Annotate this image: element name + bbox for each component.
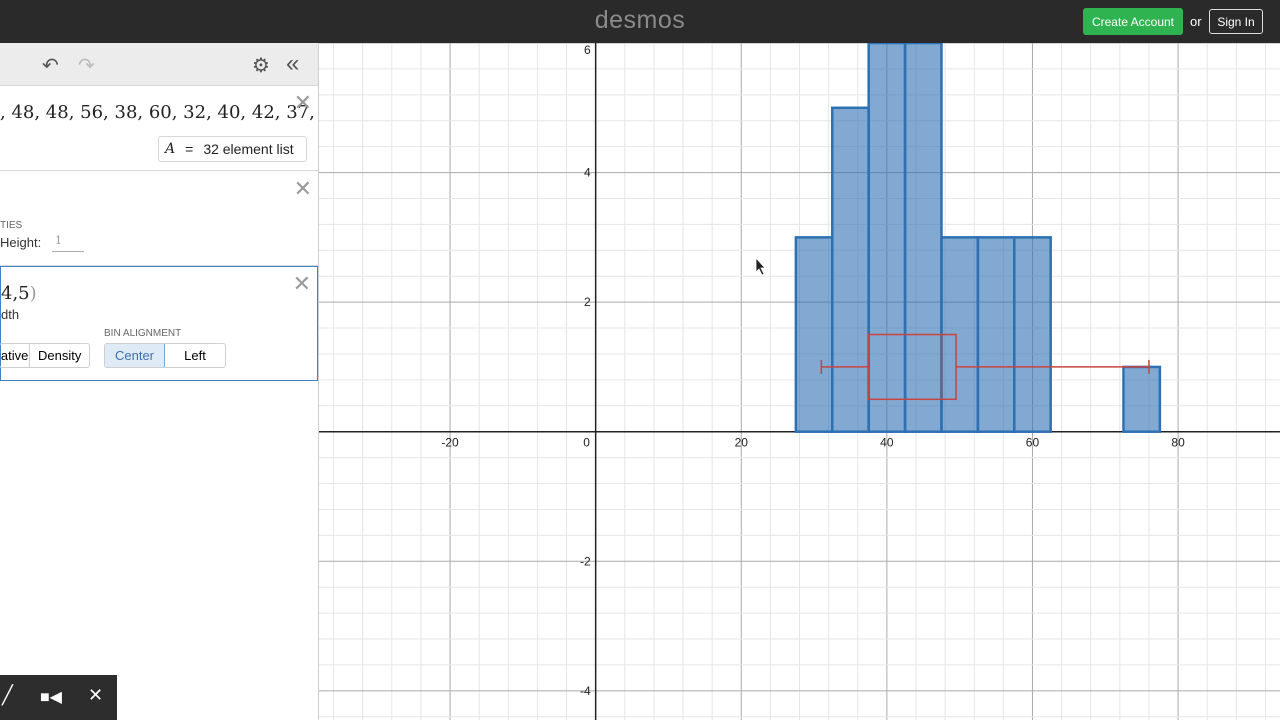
histogram-bar xyxy=(976,236,1016,433)
expression-histogram[interactable]: ✕ 4,5) dth ative Density BIN ALIGNMENT C… xyxy=(0,266,318,381)
list-result: A = 32 element list xyxy=(158,136,307,162)
height-input[interactable]: 1 xyxy=(52,234,84,252)
sign-in-button[interactable]: Sign In xyxy=(1209,9,1263,34)
y-tick-label: -2 xyxy=(580,554,591,568)
histogram-bar xyxy=(794,236,834,433)
double-chevron-left-icon[interactable]: « xyxy=(286,50,299,78)
histogram-bar xyxy=(903,43,943,433)
x-tick-label: 20 xyxy=(735,436,749,450)
video-camera-icon[interactable]: ■◀ xyxy=(40,687,62,707)
properties-label: TIES xyxy=(0,220,23,231)
bin-alignment-label: BIN ALIGNMENT xyxy=(104,328,182,339)
x-tick-label: 60 xyxy=(1026,436,1040,450)
create-account-button[interactable]: Create Account xyxy=(1083,8,1183,35)
y-tick-label: 6 xyxy=(584,43,591,57)
undo-icon[interactable]: ↶ xyxy=(42,53,59,78)
bin-alignment-toggle: Center Left xyxy=(104,343,226,368)
histogram-bar xyxy=(1122,365,1162,433)
y-tick-label: 2 xyxy=(584,295,591,309)
panel-toolbar: ↶ ↷ ⚙ « xyxy=(0,43,318,86)
y-tick-label: -4 xyxy=(580,684,591,698)
histogram-bar xyxy=(867,43,907,433)
or-label: or xyxy=(1190,14,1202,29)
expression-list[interactable]: , 48, 48, 56, 38, 60, 32, 40, 42, 37, 7 … xyxy=(0,87,318,171)
x-tick-label: 0 xyxy=(583,436,590,450)
graph-canvas[interactable]: -20 0 20 40 60 80 6 4 2 -2 -4 xyxy=(319,43,1280,720)
mouse-cursor-icon xyxy=(755,256,766,276)
mode-toggle: ative Density xyxy=(0,343,90,368)
height-label: Height: xyxy=(0,235,42,250)
close-icon[interactable]: ✕ xyxy=(294,92,312,114)
redo-icon[interactable]: ↷ xyxy=(78,53,95,78)
recording-bar: ╱ ■◀ ✕ xyxy=(0,675,117,720)
pen-icon[interactable]: ╱ xyxy=(2,685,13,706)
close-icon[interactable]: ✕ xyxy=(88,685,103,706)
mode-option-relative[interactable]: ative xyxy=(0,344,31,367)
histogram-bar xyxy=(1013,236,1052,433)
mode-option-density[interactable]: Density xyxy=(30,344,89,367)
expression-boxplot[interactable]: ✕ TIES Height: 1 xyxy=(0,171,318,266)
gear-icon[interactable]: ⚙ xyxy=(252,53,270,78)
expression-panel: ↶ ↷ ⚙ « , 48, 48, 56, 38, 60, 32, 40, 42… xyxy=(0,43,319,720)
histogram-input[interactable]: 4,5) xyxy=(1,283,37,304)
close-icon[interactable]: ✕ xyxy=(294,178,312,200)
y-tick-label: 4 xyxy=(584,166,591,180)
bin-width-label: dth xyxy=(1,307,20,322)
x-tick-label: 40 xyxy=(880,436,894,450)
list-input[interactable]: , 48, 48, 56, 38, 60, 32, 40, 42, 37, 7 xyxy=(0,102,318,123)
align-left-button[interactable]: Left xyxy=(165,344,225,367)
close-icon[interactable]: ✕ xyxy=(293,273,311,295)
x-tick-label: 80 xyxy=(1171,436,1185,450)
histogram-bar xyxy=(831,106,870,433)
align-center-button[interactable]: Center xyxy=(105,344,166,367)
top-bar: desmos Create Account or Sign In xyxy=(0,0,1280,43)
x-tick-label: -20 xyxy=(441,436,459,450)
